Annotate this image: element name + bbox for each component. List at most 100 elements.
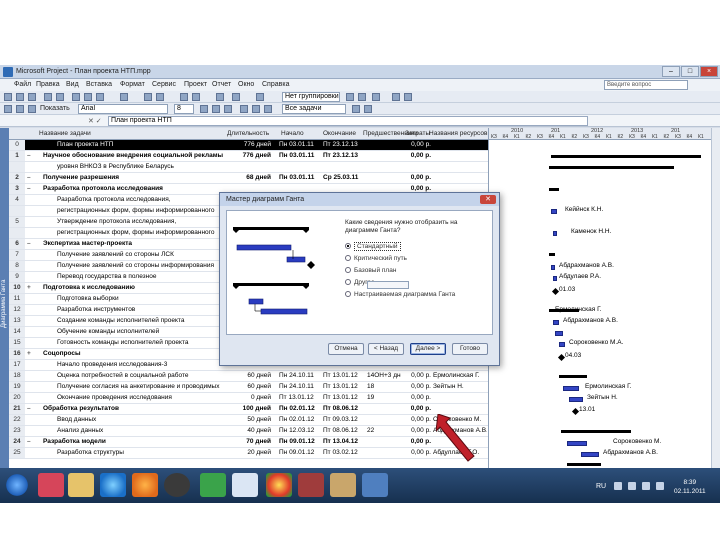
summary-bar[interactable]	[561, 430, 631, 433]
milestone[interactable]	[551, 287, 560, 296]
table-row[interactable]: 25 Разработка структуры 20 дней Пн 09.01.12…	[9, 448, 488, 459]
scroll-to-task-icon[interactable]	[372, 93, 380, 101]
column-start-header[interactable]: Начало	[281, 130, 304, 137]
table-row[interactable]: 23 Анализ данных 40 дней Пн 12.03.12 Пт 08.0…	[9, 426, 488, 437]
summary-bar[interactable]	[567, 463, 601, 466]
option-standard[interactable]: Стандартный	[345, 242, 401, 253]
table-row[interactable]: уровня ВНКОЗ в Республике Беларусь	[9, 162, 488, 173]
column-finish-header[interactable]: Окончание	[323, 130, 356, 137]
copy-icon[interactable]	[84, 93, 92, 101]
explorer-icon[interactable]	[68, 473, 94, 497]
table-row[interactable]: 19 Получение согласия на анкетирование и …	[9, 382, 488, 393]
task-bar[interactable]	[559, 342, 565, 347]
language-indicator[interactable]: RU	[596, 483, 606, 490]
align-left-icon[interactable]	[240, 105, 248, 113]
milestone[interactable]	[571, 407, 580, 416]
chrome-icon[interactable]	[266, 473, 292, 497]
font-select[interactable]: Arial	[78, 104, 168, 114]
volume-icon[interactable]	[642, 482, 650, 490]
align-center-icon[interactable]	[252, 105, 260, 113]
align-right-icon[interactable]	[264, 105, 272, 113]
link-icon[interactable]	[144, 93, 152, 101]
task-bar[interactable]	[551, 209, 557, 214]
network-icon[interactable]	[628, 482, 636, 490]
task-bar[interactable]	[569, 397, 583, 402]
document-icon[interactable]	[232, 473, 258, 497]
menu-view[interactable]: Вид	[66, 81, 79, 88]
app-icon-1[interactable]	[38, 473, 64, 497]
table-row[interactable]: 24– Разработка модели 70 дней Пн 09.01.12 Пт…	[9, 437, 488, 448]
help-search-input[interactable]: Введите вопрос	[604, 80, 688, 90]
task-bar[interactable]	[551, 265, 555, 270]
assign-resources-icon[interactable]	[216, 93, 224, 101]
app-icon-4[interactable]	[362, 473, 388, 497]
table-row[interactable]: 0 План проекта НТП 776 дней Пн 03.01.11 Пт 2…	[9, 140, 488, 151]
summary-bar[interactable]	[549, 166, 674, 169]
task-bar[interactable]	[563, 386, 579, 391]
underline-icon[interactable]	[224, 105, 232, 113]
menu-edit[interactable]: Правка	[36, 81, 60, 88]
column-cost-header[interactable]: Затраты	[405, 130, 430, 137]
finish-button[interactable]: Готово	[452, 343, 488, 355]
table-row[interactable]: 18 Оценка потребностей в социальной работ…	[9, 371, 488, 382]
minimize-button[interactable]: –	[662, 66, 680, 77]
show-subtasks-icon[interactable]	[28, 105, 36, 113]
table-row[interactable]: 2– Получение разрешения 68 дней Пн 03.01.11…	[9, 173, 488, 184]
back-button[interactable]: < Назад	[368, 343, 404, 355]
column-name-header[interactable]: Название задачи	[39, 130, 91, 137]
other-select[interactable]	[367, 281, 409, 289]
task-bar[interactable]	[553, 320, 559, 325]
zoom-out-icon[interactable]	[358, 93, 366, 101]
menu-help[interactable]: Справка	[262, 81, 289, 88]
menu-tools[interactable]: Сервис	[152, 81, 176, 88]
summary-bar[interactable]	[549, 253, 555, 256]
task-bar[interactable]	[567, 441, 587, 446]
indent-icon[interactable]	[16, 105, 24, 113]
unlink-icon[interactable]	[156, 93, 164, 101]
show-label[interactable]: Показать	[40, 105, 70, 112]
summary-bar[interactable]	[559, 375, 587, 378]
preview-icon[interactable]	[56, 93, 64, 101]
option-custom[interactable]: Настраиваемая диаграмма Ганта	[345, 291, 455, 301]
help-icon[interactable]	[404, 93, 412, 101]
undo-icon[interactable]	[120, 93, 128, 101]
next-button[interactable]: Далее >	[410, 343, 446, 355]
menu-insert[interactable]: Вставка	[86, 81, 112, 88]
menu-report[interactable]: Отчет	[212, 81, 231, 88]
font-size-select[interactable]: 8	[174, 104, 194, 114]
menu-window[interactable]: Окно	[238, 81, 254, 88]
hp-icon[interactable]	[164, 473, 190, 497]
notes-icon[interactable]	[192, 93, 200, 101]
option-baseline[interactable]: Базовый план	[345, 267, 396, 277]
table-row[interactable]: 22 Ввод данных 50 дней Пн 02.01.12 Пт 09.03.…	[9, 415, 488, 426]
autofilter-icon[interactable]	[352, 105, 360, 113]
table-row[interactable]: 21– Обработка результатов 100 дней Пн 02.01…	[9, 404, 488, 415]
filter-select[interactable]: Все задачи	[282, 104, 346, 114]
chart-icon[interactable]	[256, 93, 264, 101]
cancel-button[interactable]: Отмена	[328, 343, 364, 355]
table-row[interactable]: 1– Научное обоснование внедрения социальн…	[9, 151, 488, 162]
app-icon-3[interactable]	[330, 473, 356, 497]
ie-icon[interactable]	[100, 473, 126, 497]
maximize-button[interactable]: □	[681, 66, 699, 77]
menu-file[interactable]: Файл	[14, 81, 31, 88]
milestone[interactable]	[557, 353, 566, 362]
copy-picture-icon[interactable]	[392, 93, 400, 101]
gantt-wizard-icon[interactable]	[364, 105, 372, 113]
app-icon-2[interactable]	[298, 473, 324, 497]
split-icon[interactable]	[232, 93, 240, 101]
start-button-icon[interactable]	[4, 473, 30, 497]
cut-icon[interactable]	[72, 93, 80, 101]
zoom-in-icon[interactable]	[346, 93, 354, 101]
bold-icon[interactable]	[200, 105, 208, 113]
outdent-icon[interactable]	[4, 105, 12, 113]
new-icon[interactable]	[4, 93, 12, 101]
task-info-icon[interactable]	[180, 93, 188, 101]
project-icon[interactable]	[200, 473, 226, 497]
task-bar[interactable]	[555, 331, 563, 336]
task-bar[interactable]	[581, 452, 599, 457]
flag-icon[interactable]	[656, 482, 664, 490]
italic-icon[interactable]	[212, 105, 220, 113]
media-player-icon[interactable]	[132, 473, 158, 497]
open-icon[interactable]	[16, 93, 24, 101]
